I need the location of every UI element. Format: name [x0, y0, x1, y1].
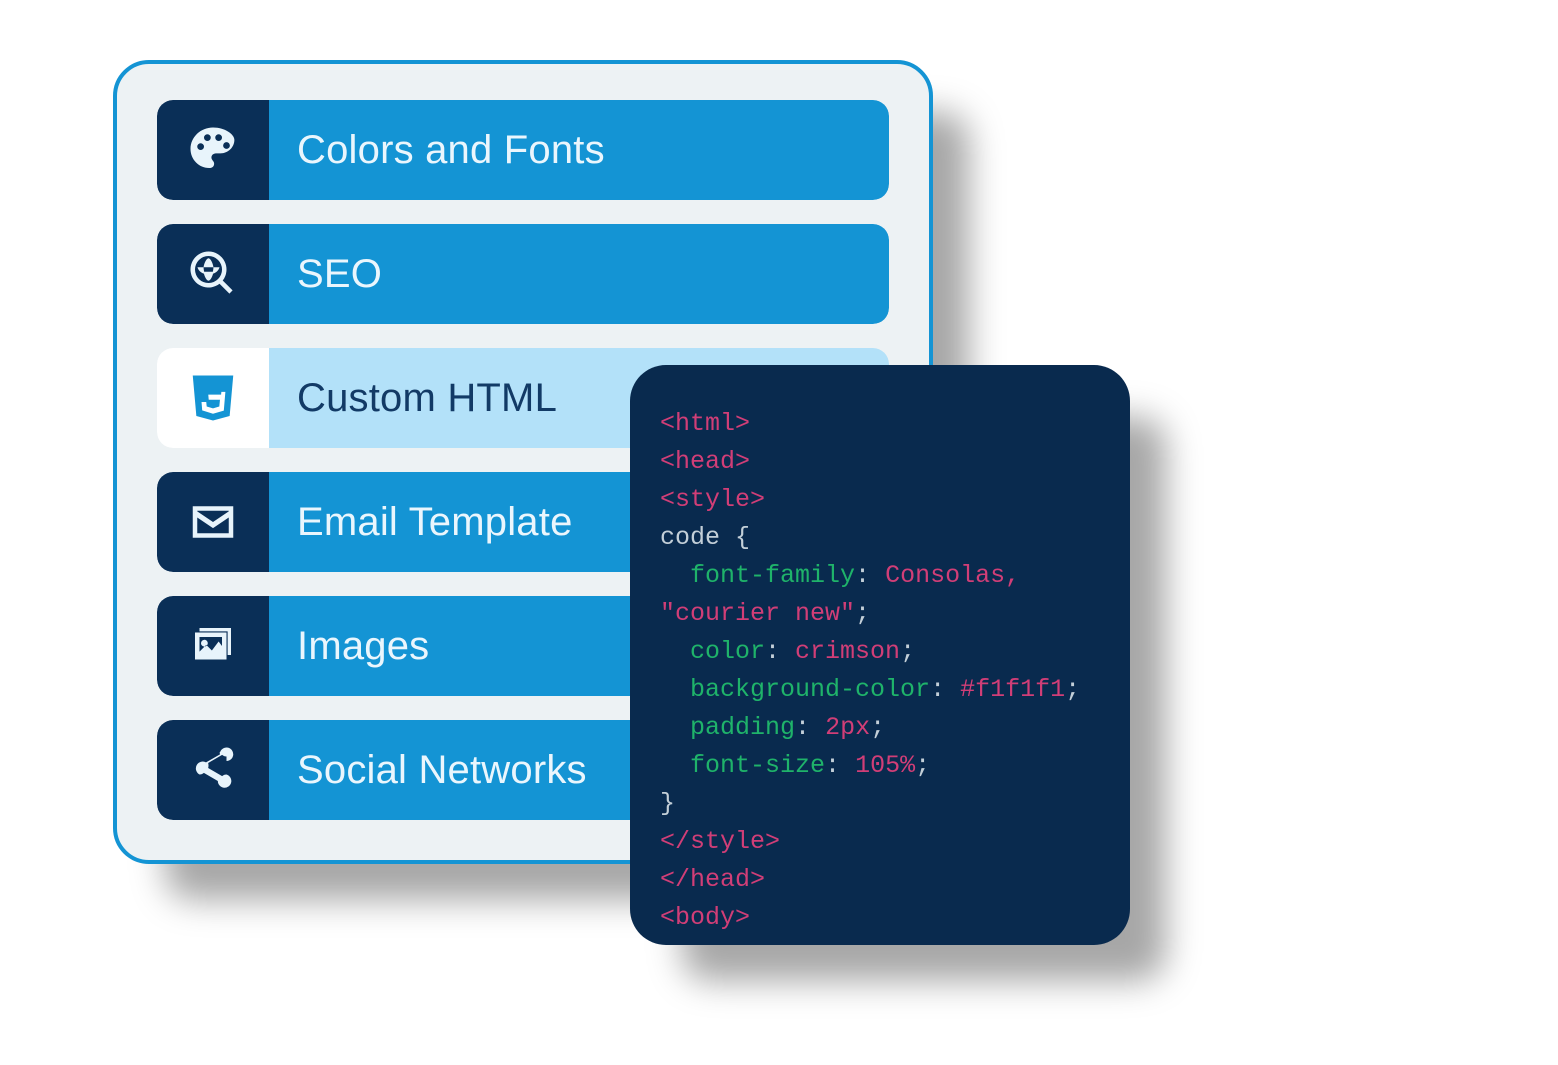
code-token: <head>: [660, 447, 750, 476]
code-token: font-size: [690, 751, 825, 780]
code-token: </style>: [660, 827, 780, 856]
code-token: ;: [870, 713, 885, 742]
menu-item-label: Email Template: [297, 500, 573, 545]
code-token: <body>: [660, 903, 750, 932]
code-token: font-family: [690, 561, 855, 590]
images-icon: [157, 596, 269, 696]
code-token: "courier new": [660, 599, 855, 628]
menu-item-label: Social Networks: [297, 748, 587, 793]
menu-item-label: Colors and Fonts: [297, 128, 605, 173]
code-token: color: [690, 637, 765, 666]
code-token: :: [930, 675, 960, 704]
code-token: 105%: [855, 751, 915, 780]
menu-item-label: SEO: [297, 252, 382, 297]
code-token: [660, 561, 690, 590]
code-token: #f1f1f1: [960, 675, 1065, 704]
menu-item-colors-fonts[interactable]: Colors and Fonts: [157, 100, 889, 200]
code-token: <style>: [660, 485, 765, 514]
globe-search-icon: [157, 224, 269, 324]
share-icon: [157, 720, 269, 820]
code-token: :: [795, 713, 825, 742]
code-token: 2px: [825, 713, 870, 742]
palette-icon: [157, 100, 269, 200]
code-token: </head>: [660, 865, 765, 894]
code-token: :: [765, 637, 795, 666]
html5-icon: [157, 348, 269, 448]
menu-item-label-box: Colors and Fonts: [269, 100, 889, 200]
code-token: ;: [915, 751, 930, 780]
code-token: [660, 713, 690, 742]
code-token: [660, 637, 690, 666]
code-preview-card: <html> <head> <style> code { font-family…: [630, 365, 1130, 945]
code-token: ;: [900, 637, 915, 666]
menu-item-seo[interactable]: SEO: [157, 224, 889, 324]
code-token: padding: [690, 713, 795, 742]
menu-item-label: Images: [297, 624, 429, 669]
code-token: Consolas,: [885, 561, 1020, 590]
code-token: background-color: [690, 675, 930, 704]
code-token: ;: [855, 599, 870, 628]
envelope-icon: [157, 472, 269, 572]
code-token: [660, 675, 690, 704]
code-token: ;: [1065, 675, 1080, 704]
code-token: :: [825, 751, 855, 780]
code-token: [660, 751, 690, 780]
menu-item-label-box: SEO: [269, 224, 889, 324]
code-token: crimson: [795, 637, 900, 666]
code-token: :: [855, 561, 885, 590]
menu-item-label: Custom HTML: [297, 376, 557, 421]
code-token: code {: [660, 523, 750, 552]
code-preview: <html> <head> <style> code { font-family…: [660, 405, 1102, 937]
code-token: <html>: [660, 409, 750, 438]
code-token: }: [660, 789, 675, 818]
